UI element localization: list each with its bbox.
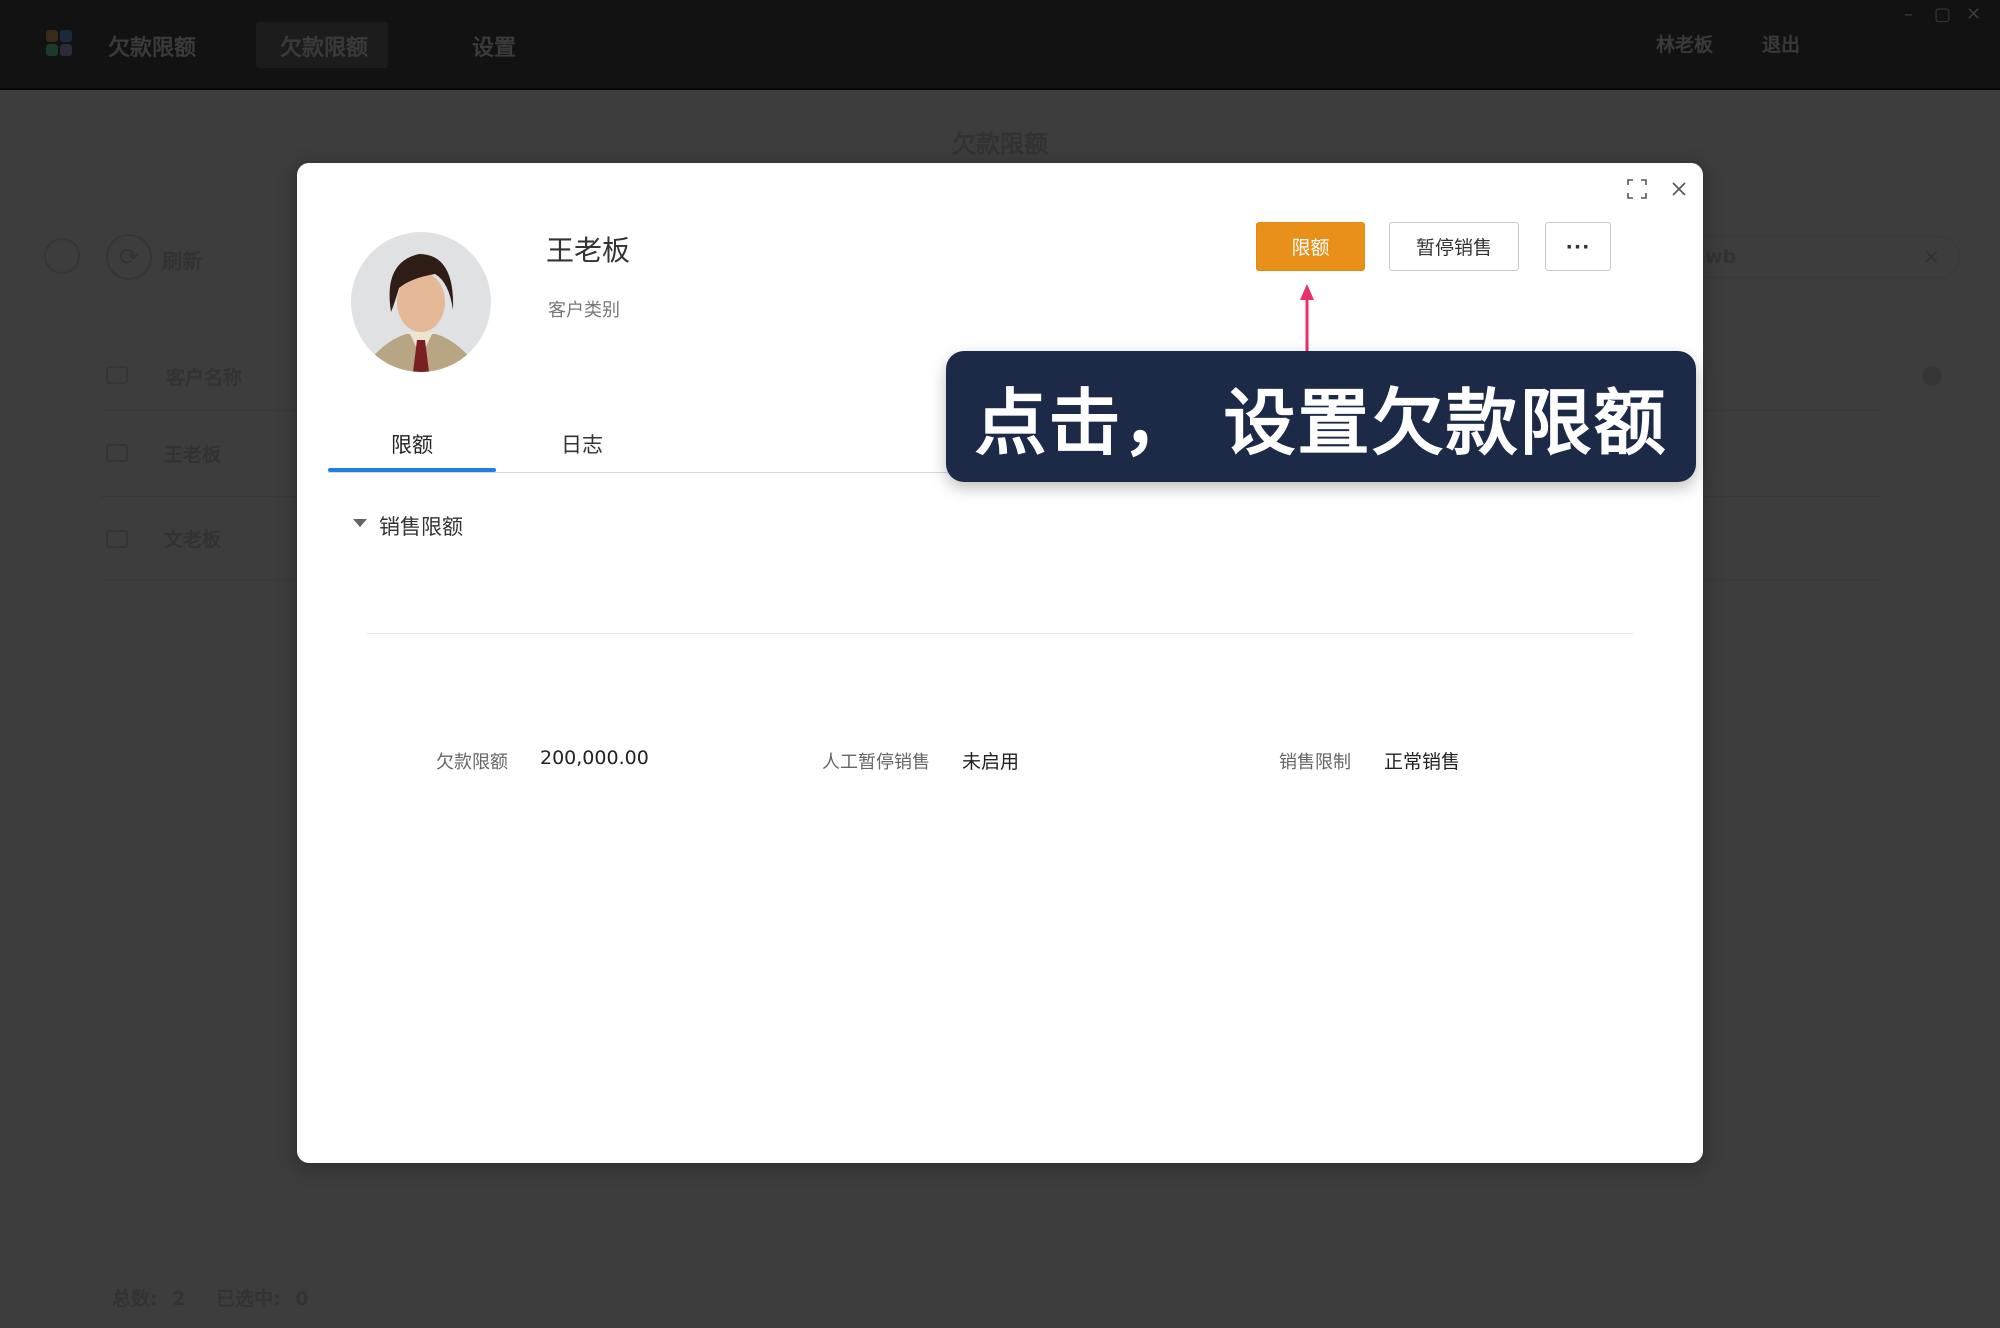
app-logo-icon (46, 30, 74, 60)
grid-icon[interactable] (44, 238, 80, 274)
tutorial-callout: 点击， 设置欠款限额 (946, 351, 1696, 482)
refresh-icon[interactable]: ⟳ (106, 234, 152, 280)
minimize-icon[interactable]: – (1904, 4, 1913, 25)
footer-status: 总数: 2 已选中: 0 (112, 1284, 309, 1311)
user-name[interactable]: 林老板 (1656, 30, 1713, 57)
selected-count: 0 (295, 1288, 309, 1310)
selected-label: 已选中: (216, 1288, 281, 1310)
search-value: wb (1705, 246, 1737, 268)
tab-limit[interactable]: 限额 (328, 429, 496, 473)
nav-tab-settings[interactable]: 设置 (472, 30, 516, 62)
section-divider (367, 633, 1633, 634)
row-checkbox[interactable] (106, 444, 128, 462)
field-label-arrears-limit: 欠款限额 (436, 752, 508, 773)
select-all-checkbox[interactable] (106, 366, 128, 384)
column-header-customer-name[interactable]: 客户名称 (166, 363, 242, 390)
logout-link[interactable]: 退出 (1762, 30, 1800, 57)
column-settings-icon[interactable] (1922, 366, 1942, 386)
top-bar: 欠款限额 欠款限额 设置 林老板 退出 – ▢ ✕ (0, 0, 2000, 90)
row-checkbox[interactable] (106, 530, 128, 548)
app-title: 欠款限额 (108, 36, 197, 61)
close-icon[interactable] (1671, 181, 1687, 197)
maximize-icon[interactable]: ▢ (1934, 4, 1951, 25)
field-value-manual-suspend: 未启用 (962, 751, 1020, 773)
total-label: 总数: (112, 1288, 158, 1310)
nav-tab-arrears-limit[interactable]: 欠款限额 (280, 30, 368, 62)
table-row-name[interactable]: 王老板 (164, 440, 221, 467)
more-button[interactable]: ··· (1545, 222, 1611, 271)
tab-log-label: 日志 (561, 433, 603, 457)
tab-log[interactable]: 日志 (497, 429, 667, 473)
expand-icon[interactable] (1627, 179, 1647, 199)
field-value-sales-restriction: 正常销售 (1384, 751, 1461, 773)
field-label-sales-restriction: 销售限制 (1279, 752, 1351, 773)
table-row-name[interactable]: 文老板 (164, 525, 221, 552)
suspend-sales-button[interactable]: 暂停销售 (1389, 222, 1519, 271)
section-title[interactable]: 销售限额 (379, 511, 463, 541)
customer-avatar (351, 232, 491, 372)
caret-down-icon[interactable] (353, 518, 367, 528)
tab-limit-label: 限额 (391, 433, 433, 457)
active-tab-indicator (328, 468, 496, 472)
pointer-arrow-icon (1300, 284, 1314, 352)
customer-name: 王老板 (546, 234, 631, 267)
search-clear-icon[interactable]: ✕ (1923, 245, 1940, 269)
page-title: 欠款限额 (952, 130, 1048, 158)
limit-button[interactable]: 限额 (1256, 222, 1365, 271)
window-close-icon[interactable]: ✕ (1966, 4, 1981, 25)
field-value-arrears-limit: 200,000.00 (540, 747, 649, 769)
total-count: 2 (172, 1288, 186, 1310)
customer-category-label: 客户类别 (548, 300, 620, 321)
customer-detail-modal: 王老板 客户类别 限额 暂停销售 ··· 限额 日志 销售限额 欠款限额 200… (297, 163, 1703, 1163)
refresh-button[interactable]: 刷新 (162, 245, 202, 274)
field-label-manual-suspend: 人工暂停销售 (822, 752, 930, 773)
